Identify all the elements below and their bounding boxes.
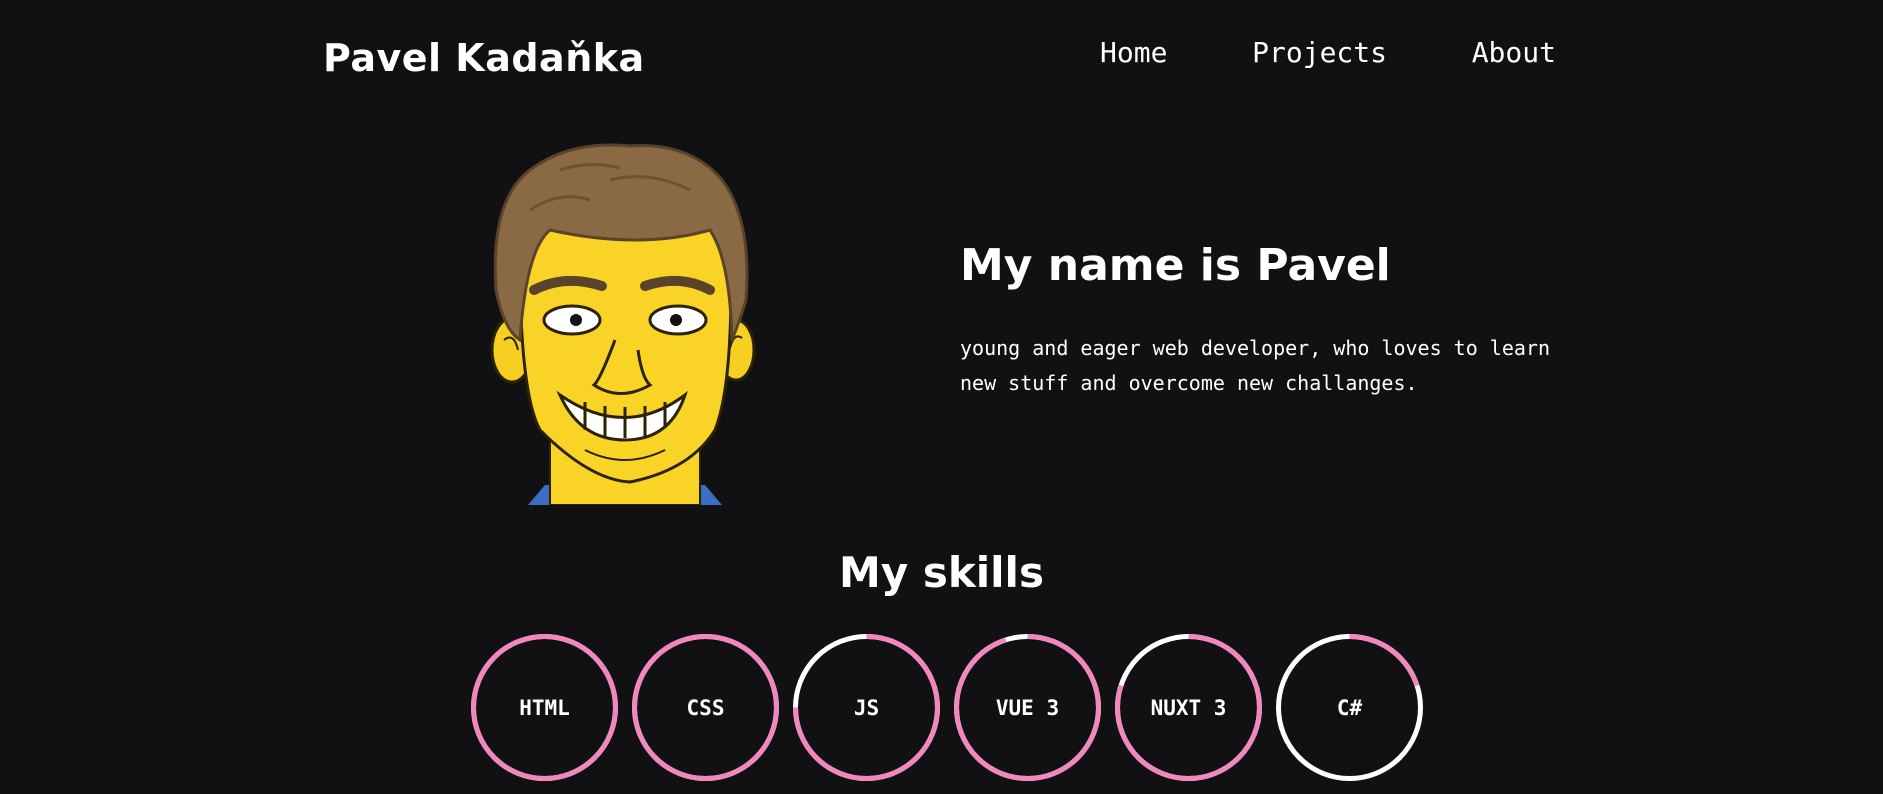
- skill-label: JS: [853, 695, 880, 720]
- skill-label: VUE 3: [995, 695, 1060, 720]
- cartoon-avatar-icon: [490, 143, 756, 506]
- site-logo[interactable]: Pavel Kadaňka: [323, 36, 645, 80]
- skill-ring: VUE 3: [953, 633, 1102, 782]
- skill-ring: CSS: [631, 633, 780, 782]
- skill-ring: JS: [792, 633, 941, 782]
- skill-label: HTML: [519, 695, 570, 720]
- nav-link-home[interactable]: Home: [1100, 36, 1167, 69]
- skill-label: NUXT 3: [1150, 695, 1227, 720]
- skill-label: CSS: [686, 695, 725, 720]
- intro-section: My name is Pavel young and eager web dev…: [960, 240, 1580, 401]
- skill-ring: C#: [1275, 633, 1424, 782]
- skill-ring: NUXT 3: [1114, 633, 1263, 782]
- skill-label: C#: [1336, 695, 1363, 720]
- nav-link-projects[interactable]: Projects: [1252, 36, 1387, 69]
- site-header: Pavel Kadaňka Home Projects About: [0, 0, 1883, 120]
- intro-description: young and eager web developer, who loves…: [960, 336, 1551, 395]
- skill-ring: HTML: [470, 633, 619, 782]
- main-nav: Home Projects About: [1100, 36, 1556, 69]
- skills-list: HTML CSS JS VUE 3 NUXT 3 C#: [470, 633, 1424, 785]
- skills-title: My skills: [839, 548, 1044, 597]
- intro-title: My name is Pavel: [960, 240, 1391, 291]
- nav-link-about[interactable]: About: [1472, 36, 1556, 69]
- avatar: [490, 140, 760, 506]
